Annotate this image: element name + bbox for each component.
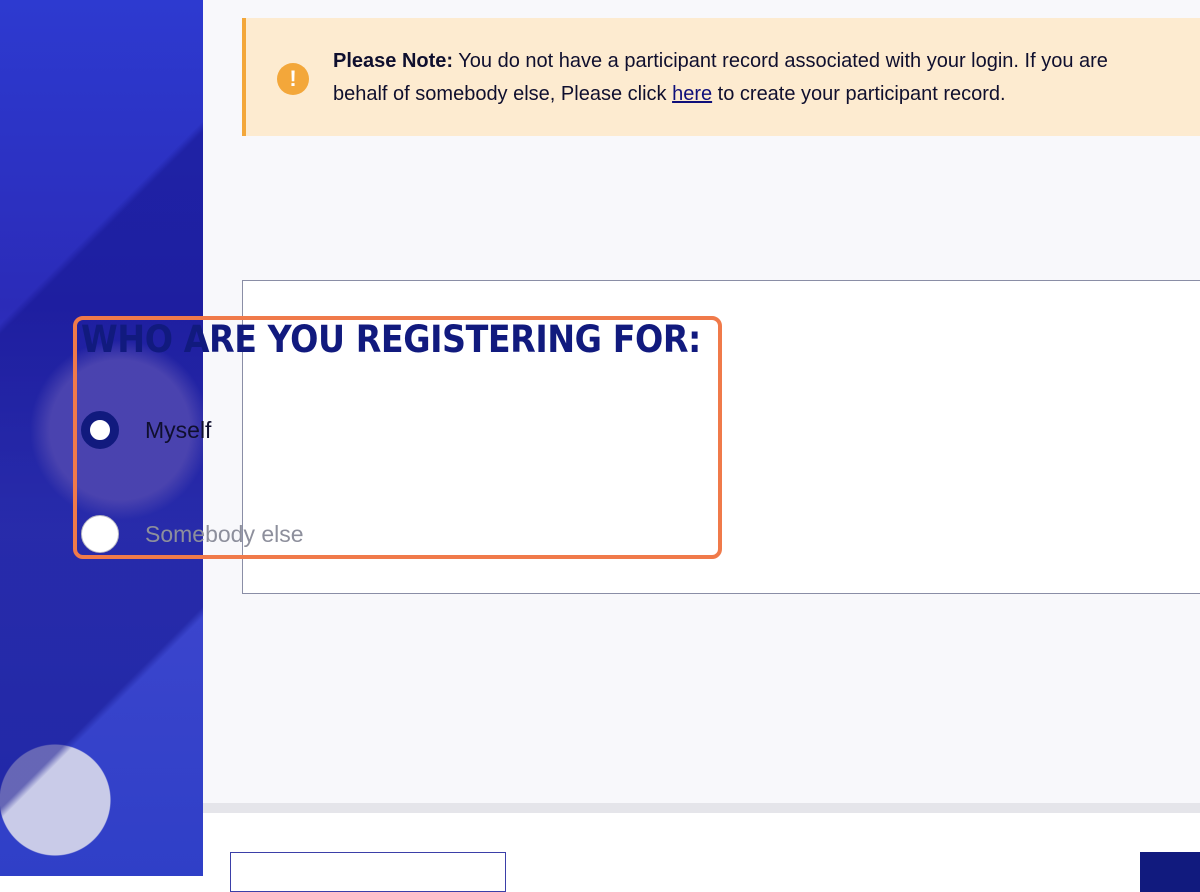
notice-line-1: Please Note: You do not have a participa… (333, 50, 1108, 72)
option-myself-label: Myself (145, 416, 212, 443)
notice-bold: Please Note: (333, 50, 454, 72)
back-button[interactable] (230, 852, 506, 892)
exclamation-icon: ! (277, 63, 309, 95)
registering-for-heading: WHO ARE YOU REGISTERING FOR: (81, 318, 701, 361)
notice-banner: ! Please Note: You do not have a partici… (242, 18, 1200, 136)
option-somebody-else[interactable]: Somebody else (81, 515, 304, 553)
radio-myself[interactable] (81, 411, 119, 449)
footer-bar (203, 813, 1200, 892)
create-participant-link[interactable]: here (672, 83, 712, 105)
radio-somebody-else[interactable] (81, 515, 119, 553)
notice-text: Please Note: You do not have a participa… (333, 45, 1200, 111)
notice-line-2: behalf of somebody else, Please click he… (333, 83, 1006, 105)
footer-divider (203, 803, 1200, 813)
next-button[interactable] (1140, 852, 1200, 892)
option-somebody-else-label: Somebody else (145, 520, 304, 547)
option-myself[interactable]: Myself (81, 411, 211, 449)
